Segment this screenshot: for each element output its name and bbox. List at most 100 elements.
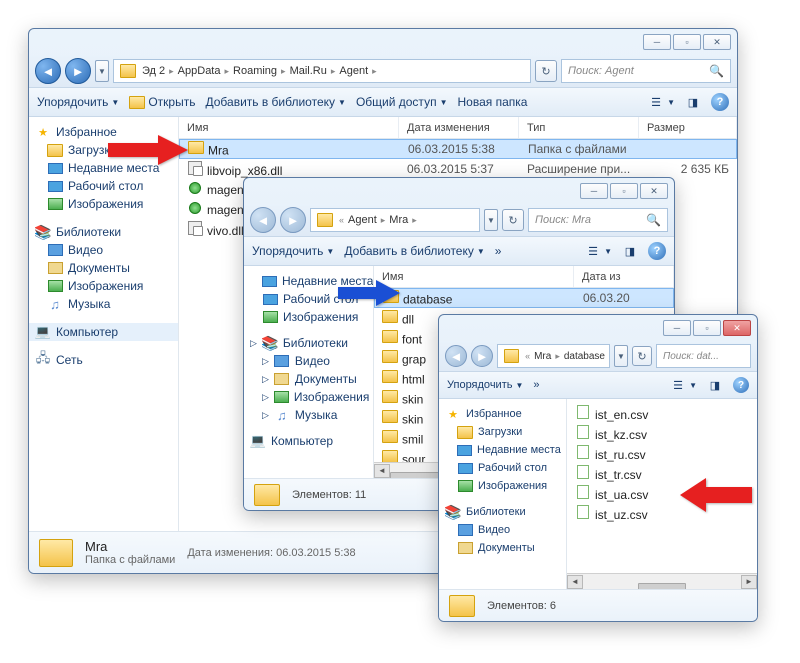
close-button[interactable]: ✕ <box>723 320 751 336</box>
nav-recent[interactable]: Недавние места <box>439 441 566 459</box>
minimize-button[interactable]: ─ <box>663 320 691 336</box>
nav-desktop[interactable]: Рабочий стол <box>29 177 178 195</box>
libraries-header[interactable]: ▷📚Библиотеки <box>244 334 373 352</box>
nav-pictures[interactable]: Изображения <box>439 477 566 495</box>
maximize-button[interactable]: ▫ <box>693 320 721 336</box>
nav-music[interactable]: ▷♫Музыка <box>244 406 373 424</box>
help-icon[interactable]: ? <box>711 93 729 111</box>
nav-network[interactable]: 🖧Сеть <box>29 351 178 369</box>
preview-pane-button[interactable]: ◨ <box>707 377 723 393</box>
scroll-left-button[interactable]: ◄ <box>567 575 583 589</box>
search-input[interactable]: Поиск: Agent 🔍 <box>561 59 731 83</box>
breadcrumb-seg[interactable]: database <box>562 351 607 362</box>
col-date[interactable]: Дата изменения <box>399 117 519 138</box>
refresh-button[interactable]: ↻ <box>535 60 557 82</box>
nav-documents[interactable]: Документы <box>29 259 178 277</box>
col-name[interactable]: Имя <box>179 117 399 138</box>
open-button[interactable]: Открыть <box>129 94 195 110</box>
col-size[interactable]: Размер <box>639 117 737 138</box>
close-button[interactable]: ✕ <box>640 183 668 199</box>
breadcrumb-seg[interactable]: AppData <box>176 65 223 77</box>
maximize-button[interactable]: ▫ <box>610 183 638 199</box>
breadcrumb-seg[interactable]: Roaming <box>231 65 279 77</box>
back-button[interactable]: ◄ <box>250 207 276 233</box>
column-headers[interactable]: Имя Дата из <box>374 266 674 288</box>
view-menu[interactable]: ☰▼ <box>648 94 675 110</box>
nav-documents[interactable]: ▷Документы <box>244 370 373 388</box>
breadcrumb-seg[interactable]: Эд 2 <box>140 65 167 77</box>
col-type[interactable]: Тип <box>519 117 639 138</box>
scroll-right-button[interactable]: ► <box>741 575 757 589</box>
nav-video[interactable]: ▷Видео <box>244 352 373 370</box>
nav-music[interactable]: ♫Музыка <box>29 295 178 313</box>
address-bar[interactable]: « Mra▸ database <box>497 344 610 368</box>
preview-pane-button[interactable]: ◨ <box>685 94 701 110</box>
search-icon: 🔍 <box>709 64 724 78</box>
more-menu[interactable]: » <box>533 379 539 391</box>
search-icon: 🔍 <box>646 213 661 227</box>
addr-dropdown[interactable]: ▼ <box>614 345 628 367</box>
file-row[interactable]: ist_kz.csv <box>567 423 757 443</box>
favorites-header[interactable]: ★Избранное <box>439 405 566 423</box>
search-input[interactable]: Поиск: Mra 🔍 <box>528 208 668 232</box>
nav-computer[interactable]: 💻Компьютер <box>244 432 373 450</box>
search-input[interactable]: Поиск: dat... <box>656 344 751 368</box>
nav-video[interactable]: Видео <box>29 241 178 259</box>
scrollbar-horizontal[interactable]: ◄ ► <box>567 573 757 589</box>
nav-video[interactable]: Видео <box>439 521 566 539</box>
organize-menu[interactable]: Упорядочить▼ <box>252 244 334 258</box>
refresh-button[interactable]: ↻ <box>632 346 652 366</box>
nav-documents[interactable]: Документы <box>439 539 566 557</box>
file-row[interactable]: ist_ru.csv <box>567 443 757 463</box>
breadcrumb-seg[interactable]: Mra <box>532 351 553 362</box>
breadcrumb-seg[interactable]: Agent <box>346 214 379 226</box>
organize-menu[interactable]: Упорядочить▼ <box>447 379 523 391</box>
column-headers[interactable]: Имя Дата изменения Тип Размер <box>179 117 737 139</box>
share-menu[interactable]: Общий доступ▼ <box>356 95 448 109</box>
maximize-button[interactable]: ▫ <box>673 34 701 50</box>
nav-desktop[interactable]: Рабочий стол <box>439 459 566 477</box>
new-folder-button[interactable]: Новая папка <box>457 95 527 109</box>
back-button[interactable]: ◄ <box>35 58 61 84</box>
forward-button[interactable]: ► <box>471 345 493 367</box>
file-row[interactable]: libvoip_x86.dll06.03.2015 5:37Расширение… <box>179 159 737 179</box>
breadcrumb-seg[interactable]: Agent <box>337 65 370 77</box>
view-menu[interactable]: ☰▼ <box>670 377 697 393</box>
nav-pictures2[interactable]: Изображения <box>29 277 178 295</box>
address-bar[interactable]: « Agent▸ Mra▸ <box>310 208 480 232</box>
file-row[interactable]: ist_en.csv <box>567 403 757 423</box>
file-row[interactable]: database06.03.20 <box>374 288 674 308</box>
file-row[interactable]: Mra06.03.2015 5:38Папка с файлами <box>179 139 737 159</box>
preview-pane-button[interactable]: ◨ <box>622 243 638 259</box>
nav-pictures[interactable]: Изображения <box>29 195 178 213</box>
add-to-library-menu[interactable]: Добавить в библиотеку▼ <box>205 95 345 109</box>
view-menu[interactable]: ☰▼ <box>585 243 612 259</box>
col-date[interactable]: Дата из <box>574 266 674 287</box>
forward-button[interactable]: ► <box>65 58 91 84</box>
scroll-left-button[interactable]: ◄ <box>374 464 390 478</box>
address-bar[interactable]: Эд 2▸ AppData▸ Roaming▸ Mail.Ru▸ Agent▸ <box>113 59 531 83</box>
breadcrumb-seg[interactable]: Mra <box>387 214 410 226</box>
libraries-header[interactable]: 📚Библиотеки <box>29 223 178 241</box>
close-button[interactable]: ✕ <box>703 34 731 50</box>
breadcrumb-seg[interactable]: Mail.Ru <box>288 65 329 77</box>
organize-menu[interactable]: Упорядочить▼ <box>37 95 119 109</box>
nav-pictures[interactable]: Изображения <box>244 308 373 326</box>
refresh-button[interactable]: ↻ <box>502 209 524 231</box>
col-name[interactable]: Имя <box>374 266 574 287</box>
minimize-button[interactable]: ─ <box>580 183 608 199</box>
help-icon[interactable]: ? <box>733 377 749 393</box>
nav-computer[interactable]: 💻Компьютер <box>29 323 178 341</box>
back-button[interactable]: ◄ <box>445 345 467 367</box>
libraries-header[interactable]: 📚Библиотеки <box>439 503 566 521</box>
nav-pictures2[interactable]: ▷Изображения <box>244 388 373 406</box>
addr-dropdown[interactable]: ▼ <box>484 209 498 231</box>
help-icon[interactable]: ? <box>648 242 666 260</box>
minimize-button[interactable]: ─ <box>643 34 671 50</box>
navigation-pane: ★Избранное Загрузки Недавние места Рабоч… <box>439 399 567 589</box>
add-to-library-menu[interactable]: Добавить в библиотеку▼ <box>344 244 484 258</box>
more-menu[interactable]: » <box>495 244 502 258</box>
history-dropdown[interactable]: ▼ <box>95 60 109 82</box>
nav-downloads[interactable]: Загрузки <box>439 423 566 441</box>
forward-button[interactable]: ► <box>280 207 306 233</box>
